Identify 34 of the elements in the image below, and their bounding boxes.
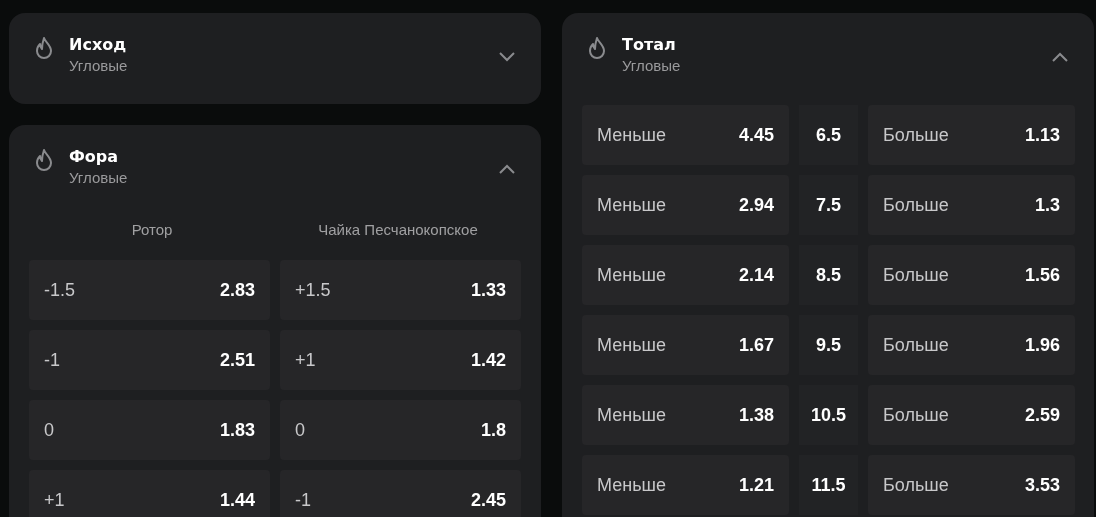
odds-button[interactable]: Меньше 1.67 bbox=[582, 315, 789, 375]
odds-button[interactable]: -1 2.51 bbox=[29, 330, 270, 390]
chevron-icon[interactable] bbox=[1052, 52, 1068, 62]
odds-button[interactable]: +1 1.44 bbox=[29, 470, 270, 517]
odds-button[interactable]: -1 2.45 bbox=[280, 470, 521, 517]
odds-button[interactable]: -1.5 2.83 bbox=[29, 260, 270, 320]
odds-button[interactable]: Меньше 1.38 bbox=[582, 385, 789, 445]
odds-button[interactable]: +1 1.42 bbox=[280, 330, 521, 390]
odds-button[interactable]: Меньше 1.21 bbox=[582, 455, 789, 515]
market-title: Исход bbox=[69, 35, 128, 55]
odds-button[interactable]: Больше 1.3 bbox=[868, 175, 1075, 235]
odds-button[interactable]: Меньше 2.14 bbox=[582, 245, 789, 305]
team-name: Чайка Песчанокопское bbox=[317, 220, 479, 238]
market-subtitle: Угловые bbox=[69, 168, 129, 188]
odds-button[interactable]: 0 1.83 bbox=[29, 400, 270, 460]
odds-button[interactable]: Больше 1.13 bbox=[868, 105, 1075, 165]
chevron-icon[interactable] bbox=[499, 164, 515, 174]
odds-button[interactable]: Меньше 2.94 bbox=[582, 175, 789, 235]
market-subtitle: Угловые bbox=[69, 56, 129, 76]
market-subtitle: Угловые bbox=[622, 56, 682, 76]
flame-icon bbox=[34, 36, 54, 60]
market-title: Фора bbox=[69, 147, 120, 167]
team-name: Ротор bbox=[130, 220, 174, 238]
odds-button[interactable]: 0 1.8 bbox=[280, 400, 521, 460]
odds-button[interactable]: +1.5 1.33 bbox=[280, 260, 521, 320]
chevron-icon[interactable] bbox=[499, 52, 515, 62]
odds-button[interactable]: Больше 3.53 bbox=[868, 455, 1075, 515]
odds-button[interactable]: Больше 2.59 bbox=[868, 385, 1075, 445]
flame-icon bbox=[34, 148, 54, 172]
odds-button[interactable]: Больше 1.96 bbox=[868, 315, 1075, 375]
flame-icon bbox=[587, 36, 607, 60]
odds-button[interactable]: Меньше 4.45 bbox=[582, 105, 789, 165]
odds-button[interactable]: Больше 1.56 bbox=[868, 245, 1075, 305]
market-title: Тотал bbox=[622, 35, 677, 55]
